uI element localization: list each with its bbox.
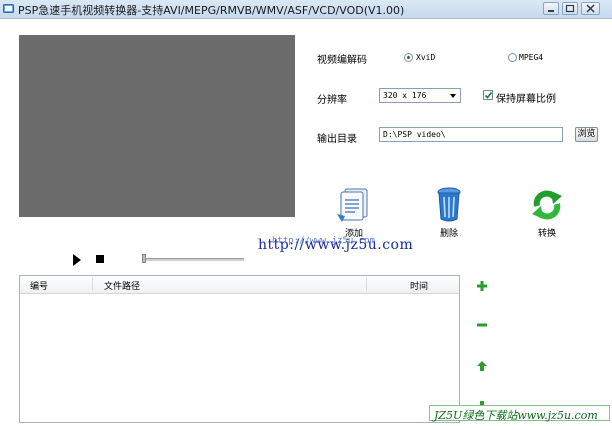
main-window: 视频编解码 XviD MPEG4 分辨率 320 x 176 保持屏幕比例 输出… [0,19,612,430]
keep-ratio-label: 保持屏幕比例 [496,94,556,105]
add-file-icon [337,188,368,222]
column-divider[interactable] [92,278,93,291]
watermark-url: http://www.jz5u.com [258,237,414,253]
codec-radio-xvid[interactable] [404,53,413,62]
convert-button[interactable]: 转换 [519,186,575,239]
maximize-icon [565,4,575,13]
close-button[interactable] [581,2,600,15]
close-icon [586,4,595,13]
delete-button[interactable]: 删除 [421,186,477,239]
play-icon[interactable] [72,254,82,266]
delete-label: 删除 [439,229,458,239]
codec-radio-mpeg4[interactable] [508,53,517,62]
output-dir-input[interactable]: D:\PSP video\ [379,127,563,142]
resolution-value: 320 x 176 [383,91,427,100]
seek-slider-handle[interactable] [142,254,146,263]
stop-icon[interactable] [96,255,104,263]
browse-button[interactable]: 浏览 [575,127,598,142]
minimize-icon [548,10,554,12]
codec-option-mpeg4-label: MPEG4 [519,53,544,62]
maximize-button[interactable] [562,2,578,15]
window-title: PSP急速手机视频转换器-支持AVI/MEPG/RMVB/WMV/ASF/VCD… [18,4,405,17]
minimize-button[interactable] [543,2,559,15]
keep-ratio-checkbox[interactable] [483,90,493,100]
column-divider[interactable] [366,278,367,291]
add-button[interactable]: 添加 [326,186,382,239]
resolution-select[interactable]: 320 x 176 [379,88,461,103]
codec-option-xvid-label: XviD [416,53,436,62]
watermark-badge-text: JZ5U绿色下载站www.jz5u.com [434,409,598,422]
column-header-index[interactable]: 编号 [30,279,48,292]
add-icon[interactable] [476,280,488,292]
file-list-header: 编号 文件路径 时间 [20,276,459,294]
title-bar: PSP急速手机视频转换器-支持AVI/MEPG/RMVB/WMV/ASF/VCD… [0,0,612,19]
remove-icon[interactable] [476,319,488,331]
trash-icon [437,187,461,222]
watermark-badge: JZ5U绿色下载站www.jz5u.com [429,405,610,422]
codec-label: 视频编解码 [317,55,367,66]
check-icon [484,92,493,99]
file-list[interactable]: 编号 文件路径 时间 [19,275,460,423]
convert-label: 转换 [537,229,556,239]
seek-slider[interactable] [142,258,244,261]
move-up-icon[interactable] [476,360,488,372]
column-header-time[interactable]: 时间 [410,279,428,292]
refresh-icon [532,190,562,220]
chevron-down-icon [450,94,456,98]
column-header-path[interactable]: 文件路径 [104,279,140,292]
video-preview [19,35,295,217]
resolution-label: 分辨率 [317,95,347,106]
app-icon [3,4,14,13]
output-dir-label: 输出目录 [317,134,357,145]
